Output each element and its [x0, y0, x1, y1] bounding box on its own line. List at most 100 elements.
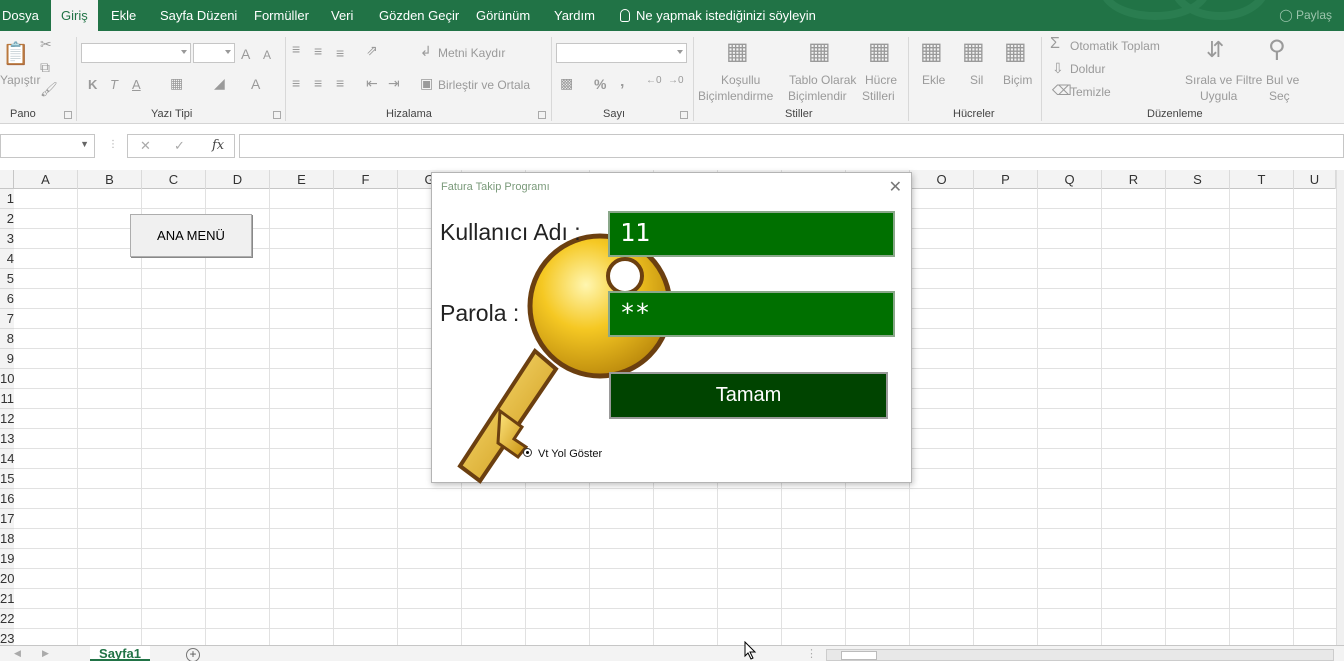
row-header[interactable]: 18	[0, 529, 14, 549]
percent-button[interactable]: %	[594, 76, 606, 92]
row-header[interactable]: 6	[0, 289, 14, 309]
username-field[interactable]: 11	[608, 211, 895, 257]
underline-button[interactable]: A	[132, 77, 141, 92]
currency-icon[interactable]: ▩	[560, 75, 573, 92]
merge-center-icon[interactable]: ▣	[420, 75, 433, 92]
row-header[interactable]: 15	[0, 469, 14, 489]
tab-help[interactable]: Yardım	[554, 0, 595, 31]
row-header[interactable]: 4	[0, 249, 14, 269]
column-header[interactable]: Q	[1038, 170, 1102, 189]
vertical-scrollbar[interactable]	[1336, 170, 1344, 645]
row-header[interactable]: 13	[0, 429, 14, 449]
delete-cells-icon[interactable]: ▦	[962, 37, 985, 66]
number-launcher-icon[interactable]	[680, 111, 688, 119]
cell-styles-label-1[interactable]: Hücre	[865, 73, 897, 87]
row-header[interactable]: 5	[0, 269, 14, 289]
conditional-formatting-label-2[interactable]: Biçimlendirme	[698, 89, 773, 103]
number-format-combo[interactable]	[556, 43, 687, 63]
row-header[interactable]: 16	[0, 489, 14, 509]
select-all-corner[interactable]	[0, 170, 14, 189]
insert-cells-label[interactable]: Ekle	[922, 73, 945, 87]
insert-cells-icon[interactable]: ▦	[920, 37, 943, 66]
format-as-table-label-2[interactable]: Biçimlendir	[788, 89, 847, 103]
delete-cells-label[interactable]: Sil	[970, 73, 983, 87]
row-header[interactable]: 19	[0, 549, 14, 569]
align-center-icon[interactable]: ≡	[314, 75, 322, 91]
password-field[interactable]: **	[608, 291, 895, 337]
merge-center-label[interactable]: Birleştir ve Ortala	[438, 78, 530, 92]
cell-styles-label-2[interactable]: Stilleri	[862, 89, 895, 103]
column-header[interactable]: R	[1102, 170, 1166, 189]
clipboard-launcher-icon[interactable]	[64, 111, 72, 119]
add-sheet-button[interactable]: +	[186, 648, 200, 661]
row-header[interactable]: 17	[0, 509, 14, 529]
main-menu-button[interactable]: ANA MENÜ	[130, 214, 252, 257]
format-as-table-icon[interactable]: ▦	[808, 37, 831, 66]
grow-font-icon[interactable]: A	[241, 46, 250, 62]
insert-function-button[interactable]: fx	[212, 138, 224, 153]
fill-color-icon[interactable]: ◢	[214, 75, 225, 92]
alignment-launcher-icon[interactable]	[538, 111, 546, 119]
share-button[interactable]: ◯ Paylaş	[1279, 0, 1332, 31]
format-cells-icon[interactable]: ▦	[1004, 37, 1027, 66]
column-header[interactable]: D	[206, 170, 270, 189]
sort-filter-label-1[interactable]: Sırala ve Filtre	[1185, 73, 1262, 87]
row-header[interactable]: 23	[0, 629, 14, 645]
chevron-down-icon[interactable]: ▼	[80, 139, 89, 149]
row-header[interactable]: 21	[0, 589, 14, 609]
paste-label[interactable]: Yapıştır	[0, 73, 40, 87]
close-icon[interactable]: ✕	[889, 177, 902, 197]
ok-button[interactable]: Tamam	[609, 372, 888, 419]
column-header[interactable]: B	[78, 170, 142, 189]
font-color-icon[interactable]: A	[251, 76, 260, 92]
tab-split-grip[interactable]: ⋮	[806, 647, 817, 660]
align-left-icon[interactable]: ≡	[292, 75, 300, 91]
font-name-combo[interactable]	[81, 43, 191, 63]
conditional-formatting-label-1[interactable]: Koşullu	[721, 73, 760, 87]
format-cells-label[interactable]: Biçim	[1003, 73, 1032, 87]
increase-decimal-icon[interactable]: ←0	[646, 75, 662, 86]
fill-icon[interactable]: ⇩	[1052, 60, 1064, 77]
row-header[interactable]: 12	[0, 409, 14, 429]
column-header[interactable]: T	[1230, 170, 1294, 189]
increase-indent-icon[interactable]: ⇥	[388, 75, 400, 92]
fill-label[interactable]: Doldur	[1070, 62, 1105, 76]
autosum-icon[interactable]: Σ	[1050, 35, 1060, 53]
orientation-icon[interactable]: ⇗	[366, 42, 378, 59]
column-header[interactable]: P	[974, 170, 1038, 189]
db-path-radio[interactable]	[523, 448, 532, 457]
horizontal-scrollbar[interactable]	[826, 649, 1334, 661]
find-select-label-2[interactable]: Seç	[1269, 89, 1290, 103]
column-header[interactable]: U	[1294, 170, 1336, 189]
wrap-text-icon[interactable]: ↲	[420, 43, 432, 60]
tab-view[interactable]: Görünüm	[476, 0, 530, 31]
italic-button[interactable]: T	[110, 77, 118, 92]
wrap-text-label[interactable]: Metni Kaydır	[438, 46, 505, 60]
copy-icon[interactable]: ⧉	[40, 59, 50, 76]
clear-label[interactable]: Temizle	[1070, 85, 1111, 99]
sheet-tab-sayfa1[interactable]: Sayfa1	[90, 646, 150, 661]
decrease-decimal-icon[interactable]: →0	[668, 75, 684, 86]
row-header[interactable]: 10	[0, 369, 14, 389]
scroll-tabs-right-icon[interactable]: ▶	[42, 648, 49, 659]
borders-icon[interactable]: ▦	[170, 75, 183, 92]
tab-review[interactable]: Gözden Geçir	[379, 0, 459, 31]
tell-me-box[interactable]: Ne yapmak istediğinizi söyleyin	[620, 0, 816, 31]
align-right-icon[interactable]: ≡	[336, 75, 344, 91]
tab-formulas[interactable]: Formüller	[254, 0, 309, 31]
row-header[interactable]: 11	[0, 389, 14, 409]
row-header[interactable]: 20	[0, 569, 14, 589]
name-box[interactable]: ▼	[0, 134, 95, 158]
font-launcher-icon[interactable]	[273, 111, 281, 119]
row-header[interactable]: 2	[0, 209, 14, 229]
find-select-icon[interactable]: ⚲	[1268, 35, 1286, 64]
paste-icon[interactable]: 📋	[2, 41, 29, 67]
find-select-label-1[interactable]: Bul ve	[1266, 73, 1299, 87]
scroll-tabs-left-icon[interactable]: ◀	[14, 648, 21, 659]
tab-file[interactable]: Dosya	[2, 0, 39, 31]
font-size-combo[interactable]	[193, 43, 235, 63]
row-header[interactable]: 9	[0, 349, 14, 369]
autosum-label[interactable]: Otomatik Toplam	[1070, 39, 1160, 53]
shrink-font-icon[interactable]: A	[263, 48, 271, 62]
column-header[interactable]: O	[910, 170, 974, 189]
